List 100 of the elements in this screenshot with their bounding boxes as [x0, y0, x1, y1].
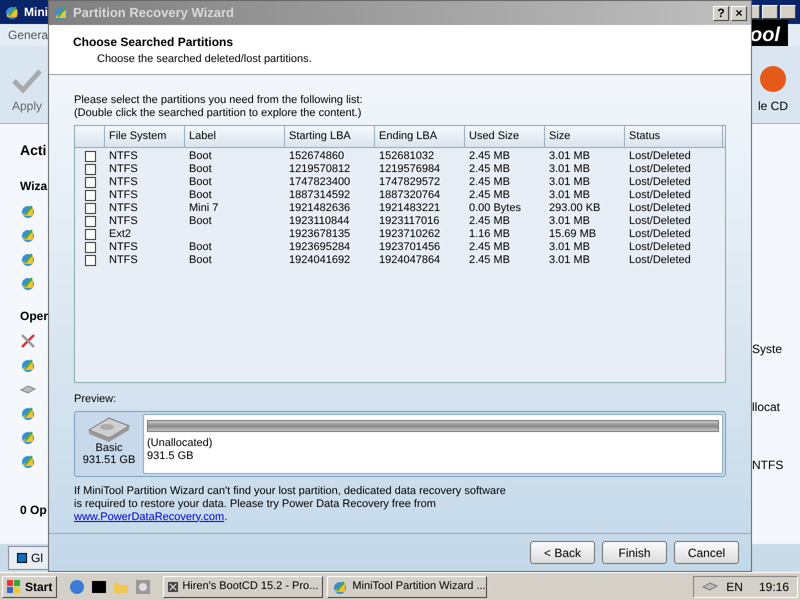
cd-icon — [758, 65, 787, 93]
app-icon — [4, 4, 20, 20]
row-checkbox[interactable] — [84, 190, 96, 201]
row-checkbox[interactable] — [84, 242, 96, 253]
terminal-icon[interactable] — [91, 578, 108, 594]
toolbar-button[interactable]: le CD — [758, 65, 788, 115]
table-cell-text: llocat — [752, 399, 782, 416]
table-cell: 2.45 MB — [469, 254, 510, 266]
table-cell: Boot — [189, 254, 212, 266]
row-checkbox[interactable] — [84, 177, 96, 188]
table-row[interactable]: Ext2 1923678135 1923710262 1.16 MB 15.69 MB Lost/Deleted — [75, 228, 725, 241]
browser-icon[interactable] — [69, 578, 86, 594]
close-button[interactable]: × — [731, 6, 747, 20]
partition-icon — [20, 453, 36, 469]
taskbar-button[interactable]: MiniTool Partition Wizard ... — [327, 576, 488, 598]
table-cell: Boot — [189, 176, 212, 188]
note-text: If MiniTool Partition Wizard can't find your lost partition, dedicated data recovery software — [74, 484, 507, 498]
back-button[interactable]: < Back — [530, 541, 595, 564]
table-cell: Boot — [189, 163, 212, 175]
table-cell: 1887314592 — [289, 189, 350, 201]
pending-operations: 0 Op — [20, 502, 47, 519]
table-cell: 3.01 MB — [549, 254, 590, 266]
table-cell: 2.45 MB — [469, 163, 510, 175]
sidebar-heading: Acti — [20, 141, 46, 160]
partition-size: 931.5 GB — [147, 450, 194, 462]
row-checkbox[interactable] — [84, 151, 96, 162]
table-cell: 3.01 MB — [549, 215, 590, 227]
table-cell: 152674860 — [289, 150, 344, 162]
link-period: . — [224, 510, 228, 524]
row-checkbox[interactable] — [84, 164, 96, 175]
apply-button[interactable]: Apply — [12, 67, 42, 115]
taskbar-button[interactable]: Hiren's BootCD 15.2 - Pro... — [163, 576, 324, 598]
table-cell: Lost/Deleted — [629, 241, 691, 253]
row-checkbox[interactable] — [84, 255, 96, 266]
table-cell: 1921482636 — [289, 202, 350, 214]
instruction-text: (Double click the searched partition to explore the content.) — [74, 107, 362, 120]
language-indicator[interactable]: EN — [726, 578, 743, 596]
table-cell: 2.45 MB — [469, 241, 510, 253]
table-cell: 2.45 MB — [469, 176, 510, 188]
website-link[interactable]: www.PowerDataRecovery.com — [74, 510, 224, 524]
table-cell: 3.01 MB — [549, 241, 590, 253]
table-cell: NTFS — [109, 189, 138, 201]
table-cell: NTFS — [109, 241, 138, 253]
table-cell: Lost/Deleted — [629, 163, 691, 175]
checkmark-icon — [12, 67, 42, 93]
table-row[interactable]: NTFS Boot 1924041692 1924047864 2.45 MB 3.01 MB Lost/Deleted — [75, 254, 725, 267]
close-button[interactable] — [780, 5, 796, 19]
menu-item[interactable]: Genera — [8, 26, 48, 44]
partition-block[interactable]: (Unallocated) 931.5 GB — [143, 414, 723, 474]
table-cell: 1.16 MB — [469, 228, 510, 240]
column-header: Used Size — [465, 126, 545, 147]
table-cell: 0.00 Bytes — [469, 202, 521, 214]
table-cell: Boot — [189, 150, 212, 162]
row-checkbox[interactable] — [84, 229, 96, 240]
wizard-icon — [20, 203, 36, 219]
table-cell: Boot — [189, 215, 212, 227]
table-row[interactable]: NTFS Boot 1747823400 1747829572 2.45 MB 3.01 MB Lost/Deleted — [75, 176, 725, 189]
column-header: File System — [105, 126, 185, 147]
table-cell-text: NTFS — [752, 457, 784, 474]
finish-button[interactable]: Finish — [602, 541, 667, 564]
table-row[interactable]: NTFS Boot 1923695284 1923701456 2.45 MB 3.01 MB Lost/Deleted — [75, 241, 725, 254]
app-icon — [332, 578, 348, 594]
table-cell: 1219570812 — [289, 163, 350, 175]
disk-size: 931.51 GB — [82, 454, 136, 466]
table-cell: 1923110844 — [289, 215, 350, 227]
table-cell: 3.01 MB — [549, 189, 590, 201]
section-title: Wiza — [20, 178, 48, 195]
restore-button[interactable] — [762, 5, 778, 19]
table-cell: Lost/Deleted — [629, 254, 691, 266]
disk-type: Basic — [96, 442, 122, 454]
cancel-button[interactable]: Cancel — [674, 541, 739, 564]
clock: 19:16 — [758, 578, 789, 596]
column-header: Size — [545, 126, 625, 147]
help-button[interactable]: ? — [713, 6, 729, 20]
row-checkbox[interactable] — [84, 203, 96, 214]
table-row[interactable]: NTFS Mini 7 1921482636 1921483221 0.00 Bytes 293.00 KB Lost/Deleted — [75, 202, 725, 215]
table-cell: 3.01 MB — [549, 163, 590, 175]
table-cell: 1923695284 — [289, 241, 350, 253]
partition-label: (Unallocated) — [147, 436, 214, 450]
table-row[interactable]: NTFS Boot 1887314592 1887320764 2.45 MB 3.01 MB Lost/Deleted — [75, 189, 725, 202]
table-cell: Lost/Deleted — [629, 176, 691, 188]
table-cell: NTFS — [109, 215, 138, 227]
table-cell: 2.45 MB — [469, 215, 510, 227]
table-row[interactable]: NTFS Boot 152674860 152681032 2.45 MB 3.01 MB Lost/Deleted — [75, 150, 725, 163]
column-header: Starting LBA — [285, 126, 375, 147]
table-cell: 3.01 MB — [549, 176, 590, 188]
legend-swatch — [17, 553, 27, 563]
row-checkbox[interactable] — [84, 216, 96, 227]
table-cell: NTFS — [109, 202, 138, 214]
table-cell: Lost/Deleted — [629, 202, 691, 214]
table-row[interactable]: NTFS Boot 1219570812 1219576984 2.45 MB 3.01 MB Lost/Deleted — [75, 163, 725, 176]
table-cell: Ext2 — [109, 228, 132, 240]
table-cell: 1747829572 — [379, 176, 440, 188]
table-cell: Boot — [189, 189, 212, 201]
wizard-icon — [20, 227, 36, 243]
start-button[interactable]: Start — [2, 576, 58, 598]
table-row[interactable]: NTFS Boot 1923110844 1923117016 2.45 MB 3.01 MB Lost/Deleted — [75, 215, 725, 228]
table-cell: NTFS — [109, 150, 138, 162]
table-cell: 1219576984 — [379, 163, 440, 175]
partition-icon — [20, 405, 36, 421]
